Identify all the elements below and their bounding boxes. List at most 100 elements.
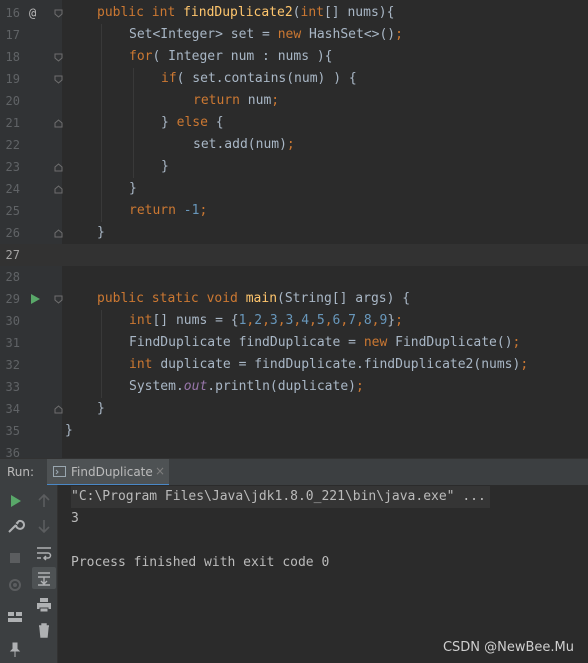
code-line-34[interactable]: 34 }	[0, 398, 588, 420]
code-line-25[interactable]: 25 return -1;	[0, 200, 588, 222]
fold-marker-icon[interactable]	[54, 185, 63, 194]
indent-guide	[101, 24, 102, 222]
code-line-22[interactable]: 22 set.add(num);	[0, 134, 588, 156]
run-gutter-icon[interactable]	[31, 294, 40, 304]
code-line-23[interactable]: 23 }	[0, 156, 588, 178]
code-text: }	[65, 423, 73, 438]
code-line-29[interactable]: 29 public static void main(String[] args…	[0, 288, 588, 310]
code-line-18[interactable]: 18 for( Integer num : nums ){	[0, 46, 588, 68]
run-tool-window-header: Run: FindDuplicate ×	[0, 458, 588, 486]
fold-marker-icon[interactable]	[54, 229, 63, 238]
line-number: 35	[5, 424, 20, 438]
indent-guide	[133, 68, 134, 178]
code-line-16[interactable]: 16 @ public int findDuplicate2(int[] num…	[0, 2, 588, 24]
watermark: CSDN @NewBee.Mu	[442, 640, 574, 655]
console-output[interactable]: "C:\Program Files\Java\jdk1.8.0_221\bin\…	[58, 485, 588, 663]
code-line-35[interactable]: 35 }	[0, 420, 588, 442]
indent-guide	[101, 310, 102, 398]
code-text: FindDuplicate findDuplicate = new FindDu…	[129, 335, 521, 350]
line-number: 22	[5, 138, 20, 152]
soft-wrap-icon[interactable]	[34, 543, 54, 563]
code-text: return -1;	[129, 203, 208, 218]
fold-marker-icon[interactable]	[54, 295, 63, 304]
code-line-28[interactable]: 28	[0, 266, 588, 288]
line-number: 18	[5, 50, 20, 64]
code-text: int duplicate = findDuplicate.findDuplic…	[129, 357, 529, 372]
code-line-20[interactable]: 20 return num;	[0, 90, 588, 112]
code-text: }	[129, 181, 137, 196]
arrow-up-icon[interactable]	[34, 491, 54, 511]
fold-marker-icon[interactable]	[54, 75, 63, 84]
arrow-down-icon[interactable]	[34, 516, 54, 536]
line-number: 36	[5, 446, 20, 458]
console-output-line: 3	[71, 511, 79, 526]
code-line-17[interactable]: 17 Set<Integer> set = new HashSet<>();	[0, 24, 588, 46]
rerun-icon[interactable]	[5, 491, 25, 511]
tab-close-icon[interactable]: ×	[155, 464, 165, 478]
line-number: 32	[5, 358, 20, 372]
fold-marker-icon[interactable]	[54, 9, 63, 18]
line-number: 31	[5, 336, 20, 350]
stop-icon[interactable]	[5, 548, 25, 568]
scroll-to-end-icon	[38, 572, 50, 586]
line-number: 27	[5, 248, 20, 262]
code-text: }	[161, 159, 169, 174]
scroll-to-end-toggle[interactable]	[32, 567, 56, 589]
run-toolbar-primary	[0, 485, 30, 663]
run-label: Run:	[7, 465, 35, 479]
code-text: for( Integer num : nums ){	[129, 49, 333, 64]
code-line-27-current[interactable]: 27	[0, 244, 588, 266]
line-number: 34	[5, 402, 20, 416]
wrench-icon[interactable]	[5, 516, 25, 536]
layout-icon[interactable]	[5, 607, 25, 627]
code-line-32[interactable]: 32 int duplicate = findDuplicate.findDup…	[0, 354, 588, 376]
line-number: 25	[5, 204, 20, 218]
code-line-36[interactable]: 36	[0, 442, 588, 458]
run-toolbar-secondary	[30, 485, 58, 663]
code-line-33[interactable]: 33 System.out.println(duplicate);	[0, 376, 588, 398]
code-text: }	[97, 401, 105, 416]
line-number: 23	[5, 160, 20, 174]
fold-marker-icon[interactable]	[54, 53, 63, 62]
code-line-24[interactable]: 24 }	[0, 178, 588, 200]
fold-marker-icon[interactable]	[54, 405, 63, 414]
code-text: System.out.println(duplicate);	[129, 379, 364, 394]
code-line-19[interactable]: 19 if( set.contains(num) ) {	[0, 68, 588, 90]
code-text: int[] nums = {1,2,3,3,4,5,6,7,8,9};	[129, 313, 403, 328]
code-editor[interactable]: 16 @ public int findDuplicate2(int[] num…	[0, 0, 588, 458]
run-tab-findduplicate[interactable]: FindDuplicate ×	[47, 459, 169, 486]
code-text: public int findDuplicate2(int[] nums){	[97, 5, 395, 20]
line-number: 30	[5, 314, 20, 328]
debug-settings-icon[interactable]	[5, 575, 25, 595]
code-line-31[interactable]: 31 FindDuplicate findDuplicate = new Fin…	[0, 332, 588, 354]
line-number: 21	[5, 116, 20, 130]
code-text: set.add(num);	[193, 137, 295, 152]
code-text: } else {	[161, 115, 224, 130]
print-icon[interactable]	[34, 595, 54, 615]
line-number: 16	[5, 6, 20, 20]
line-number: 17	[5, 28, 20, 42]
fold-marker-icon[interactable]	[54, 163, 63, 172]
code-text: }	[97, 225, 105, 240]
line-number: 29	[5, 292, 20, 306]
line-number: 33	[5, 380, 20, 394]
pin-icon[interactable]	[5, 640, 25, 660]
code-text: if( set.contains(num) ) {	[161, 71, 357, 86]
fold-marker-icon[interactable]	[54, 119, 63, 128]
line-number: 20	[5, 94, 20, 108]
console-exit-line: Process finished with exit code 0	[71, 555, 330, 570]
implements-marker-icon[interactable]: @	[29, 2, 36, 24]
trash-icon[interactable]	[34, 620, 54, 640]
code-line-30[interactable]: 30 int[] nums = {1,2,3,3,4,5,6,7,8,9};	[0, 310, 588, 332]
code-text: Set<Integer> set = new HashSet<>();	[129, 27, 403, 42]
line-number: 26	[5, 226, 20, 240]
line-number: 28	[5, 270, 20, 284]
console-tab-icon	[53, 466, 66, 477]
code-text: return num;	[193, 93, 280, 108]
run-tab-label: FindDuplicate	[71, 465, 153, 479]
console-command-line: "C:\Program Files\Java\jdk1.8.0_221\bin\…	[71, 486, 490, 508]
code-line-21[interactable]: 21 } else {	[0, 112, 588, 134]
code-line-26[interactable]: 26 }	[0, 222, 588, 244]
line-number: 24	[5, 182, 20, 196]
line-number: 19	[5, 72, 20, 86]
